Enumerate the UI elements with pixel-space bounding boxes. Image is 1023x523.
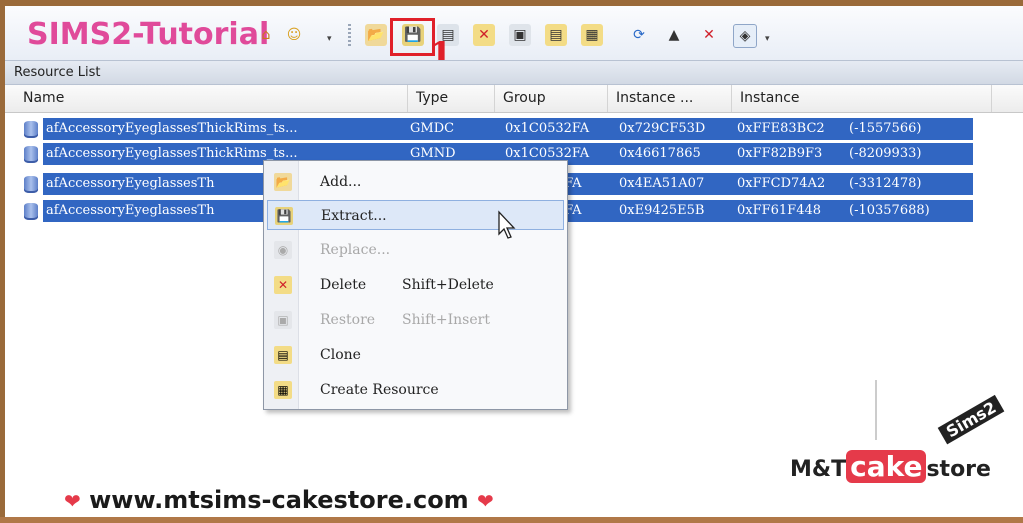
toolbar-overflow-icon-2[interactable]: ▾: [765, 34, 773, 44]
replace-icon: ◉: [274, 241, 292, 259]
restore-icon: ▣: [274, 311, 292, 329]
toolbar-grip[interactable]: [348, 24, 351, 46]
resource-list-title-bar: Resource List: [5, 60, 1023, 85]
column-type[interactable]: Type: [408, 85, 495, 112]
tag-string: [875, 380, 877, 440]
context-menu: 📂 Add... 💾 Extract... ◉ Replace... ✕ Del…: [263, 160, 568, 410]
resource-icon: [24, 203, 38, 220]
cell-name: afAccessoryEyeglassesTh: [46, 203, 215, 218]
cell-instance-high: 0x46617865: [619, 146, 701, 161]
clone-icon[interactable]: ▤: [545, 24, 567, 46]
cell-instance-high: 0xE9425E5B: [619, 203, 705, 218]
column-header: Name Type Group Instance ... Instance: [5, 85, 1023, 113]
sync-icon[interactable]: ⟳: [628, 24, 650, 46]
cell-instance-high: 0x729CF53D: [619, 121, 706, 136]
resource-icon: [24, 176, 38, 193]
cell-group: 0x1C0532FA: [505, 146, 590, 161]
mouse-cursor-icon: [498, 210, 516, 239]
footer-url: ❤ www.mtsims-cakestore.com ❤: [64, 486, 494, 514]
footer-url-text: www.mtsims-cakestore.com: [89, 486, 469, 514]
cell-instance: 0xFFE83BC2: [737, 121, 825, 136]
delete-icon[interactable]: ✕: [473, 24, 495, 46]
menu-item-label: Replace...: [320, 242, 391, 258]
folder-open-icon[interactable]: 📂: [365, 24, 387, 46]
column-group[interactable]: Group: [495, 85, 608, 112]
logo-brand: M&T cake store: [790, 450, 991, 483]
column-instance[interactable]: Instance: [732, 85, 992, 112]
folder-add-icon: 📂: [274, 173, 292, 191]
menu-item-clone[interactable]: ▤ Clone: [267, 340, 564, 370]
menu-item-label: Create Resource: [320, 382, 439, 398]
cell-instance-decimal: (-1557566): [849, 121, 922, 136]
pin-icon[interactable]: ✕: [698, 24, 720, 46]
logo-tag: Sims2: [937, 394, 1005, 445]
preview-icon[interactable]: ◈: [733, 24, 757, 48]
cell-instance: 0xFF61F448: [737, 203, 822, 218]
menu-item-label: Add...: [320, 174, 362, 190]
cell-type: GMND: [410, 146, 456, 161]
menu-item-label: Delete: [320, 277, 367, 293]
clone-icon: ▤: [274, 346, 292, 364]
menu-item-delete[interactable]: ✕ Delete Shift+Delete: [267, 270, 564, 300]
heart-icon-2: ❤: [477, 489, 494, 513]
logo: Sims2 M&T cake store: [790, 380, 1020, 500]
hat-icon[interactable]: ▲: [663, 24, 685, 46]
resource-icon: [24, 121, 38, 138]
menu-item-replace[interactable]: ◉ Replace...: [267, 235, 564, 265]
cell-instance-high: 0x4EA51A07: [619, 176, 705, 191]
menu-item-label: Extract...: [321, 208, 387, 224]
toolbar: SIMS2-Tutorial ⌂ ☺ ▾ 📂 💾 ▤ ✕ ▣ ▤ ▦ ⟳ ▲ ✕…: [5, 6, 1023, 72]
logo-brand-cake: cake: [846, 450, 927, 483]
cell-group: 0x1C0532FA: [505, 121, 590, 136]
cell-name: afAccessoryEyeglassesTh: [46, 176, 215, 191]
restore-icon[interactable]: ▣: [509, 24, 531, 46]
column-instance-high[interactable]: Instance ...: [608, 85, 732, 112]
menu-item-shortcut: Shift+Insert: [402, 312, 490, 328]
cell-type: GMDC: [410, 121, 455, 136]
window-frame-bottom: [0, 517, 1023, 523]
menu-item-extract[interactable]: 💾 Extract...: [267, 200, 564, 230]
tutorial-title: SIMS2-Tutorial: [27, 17, 270, 52]
create-resource-icon: ▦: [274, 381, 292, 399]
new-resource-icon[interactable]: ▦: [581, 24, 603, 46]
cell-name: afAccessoryEyeglassesThickRims_ts...: [46, 146, 298, 161]
cell-instance-decimal: (-3312478): [849, 176, 922, 191]
menu-item-add[interactable]: 📂 Add...: [267, 167, 564, 197]
delete-icon: ✕: [274, 276, 292, 294]
menu-item-create-resource[interactable]: ▦ Create Resource: [267, 375, 564, 405]
house-icon[interactable]: ⌂: [255, 24, 277, 46]
table-row[interactable]: afAccessoryEyeglassesThickRims_ts... GMD…: [19, 117, 977, 141]
menu-item-label: Clone: [320, 347, 361, 363]
menu-item-shortcut: Shift+Delete: [402, 277, 494, 293]
toolbar-overflow-icon[interactable]: ▾: [327, 34, 335, 44]
cell-instance: 0xFFCD74A2: [737, 176, 826, 191]
cell-instance-decimal: (-8209933): [849, 146, 922, 161]
heart-icon: ❤: [64, 489, 81, 513]
menu-item-restore[interactable]: ▣ Restore Shift+Insert: [267, 305, 564, 335]
logo-brand-left: M&T: [790, 457, 847, 482]
extract-save-icon: 💾: [275, 207, 293, 225]
cell-instance: 0xFF82B9F3: [737, 146, 823, 161]
cell-instance-decimal: (-10357688): [849, 203, 930, 218]
resource-icon: [24, 146, 38, 163]
logo-brand-right: store: [926, 457, 991, 482]
resource-list-title: Resource List: [14, 65, 101, 80]
menu-item-label: Restore: [320, 312, 376, 328]
column-name[interactable]: Name: [15, 85, 408, 112]
user-icon[interactable]: ☺: [283, 24, 305, 46]
cell-name: afAccessoryEyeglassesThickRims_ts...: [46, 121, 298, 136]
